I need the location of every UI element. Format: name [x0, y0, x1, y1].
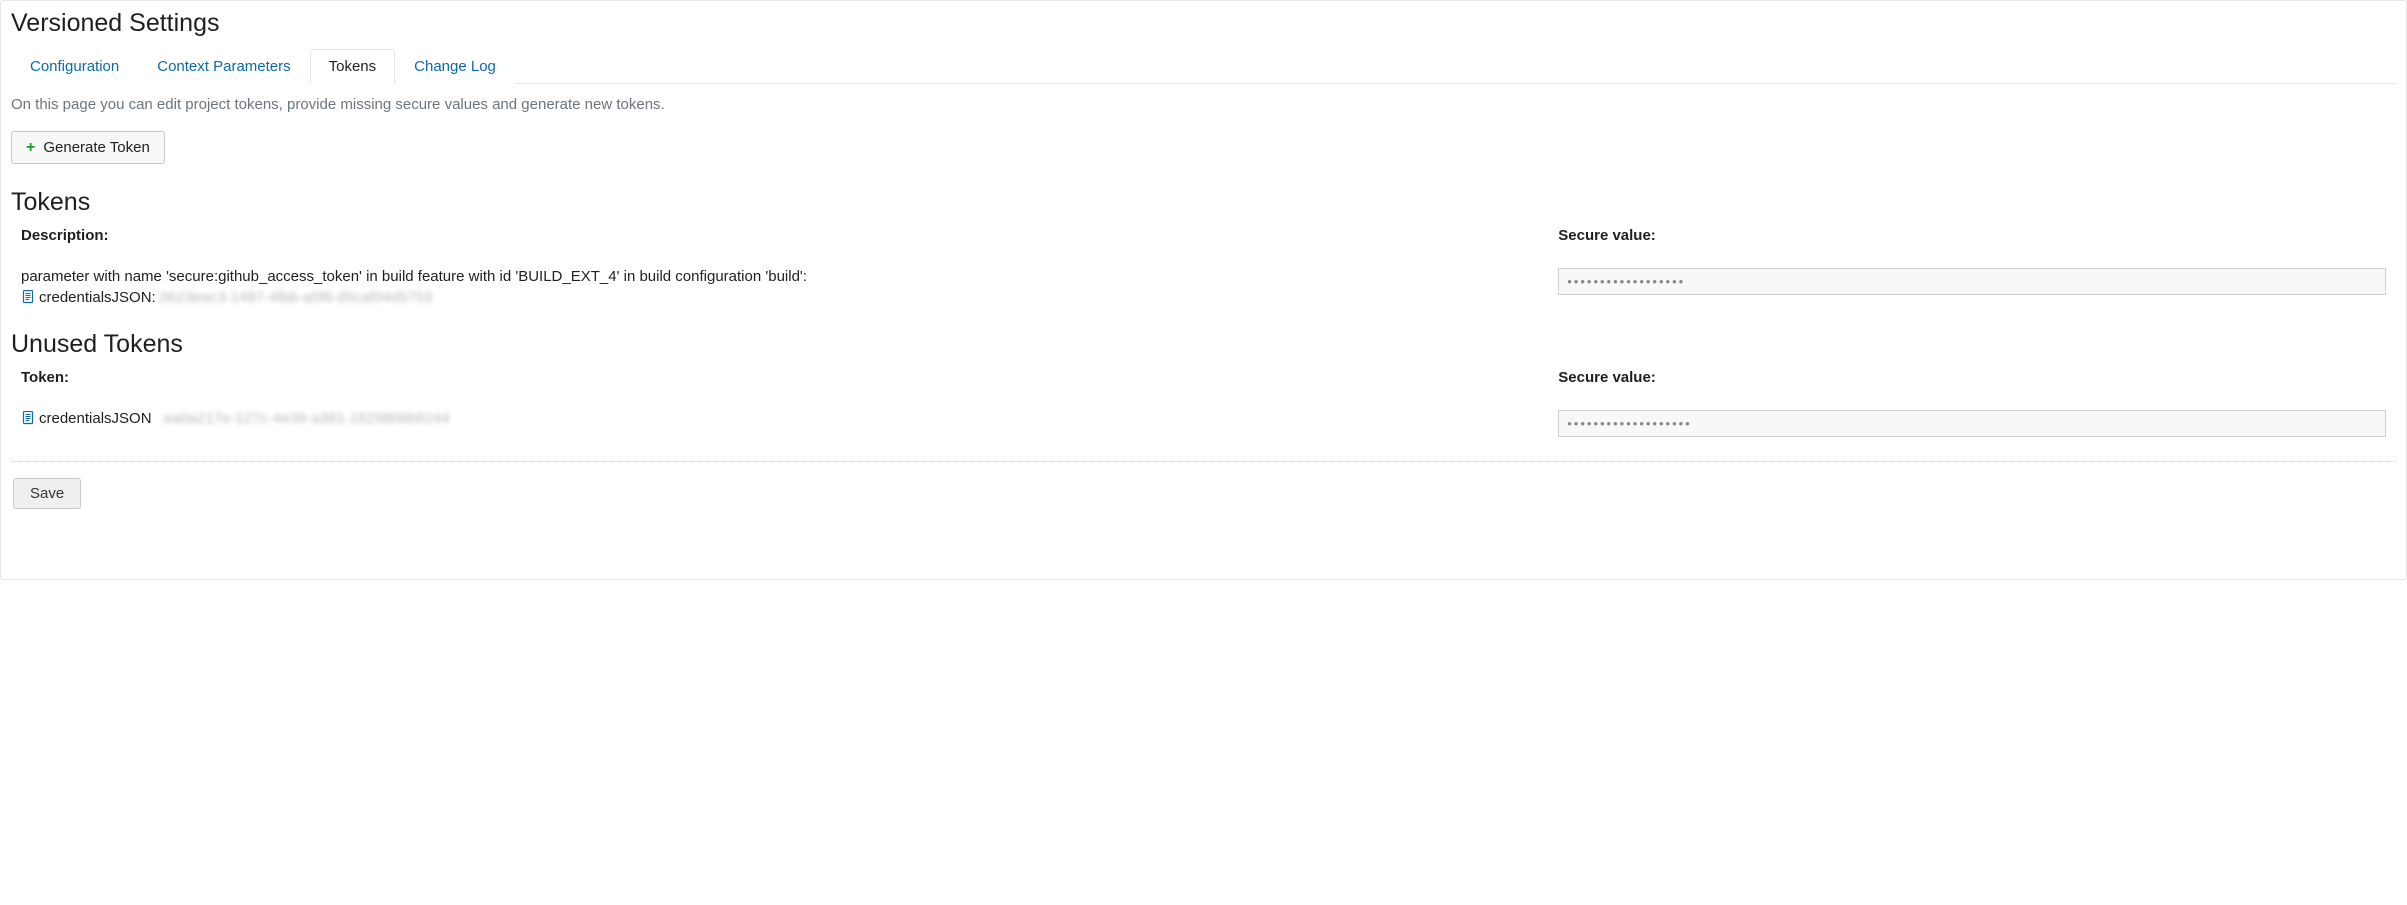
- unused-header-secure: Secure value:: [1558, 369, 2386, 386]
- generate-token-button[interactable]: + Generate Token: [11, 131, 165, 164]
- tab-tokens[interactable]: Tokens: [310, 49, 396, 84]
- unused-token-cred-label: credentialsJSON: [39, 410, 152, 427]
- divider: [11, 461, 2396, 462]
- tab-change-log[interactable]: Change Log: [395, 49, 515, 84]
- plus-icon: +: [26, 140, 35, 156]
- copy-icon[interactable]: [21, 411, 35, 427]
- page-title: Versioned Settings: [11, 9, 2396, 38]
- token-credential-row: credentialsJSON: 0623eac3-1487-4fbb-a5f6…: [21, 289, 1558, 306]
- tokens-header-description: Description:: [21, 227, 1558, 244]
- unused-token-row: credentialsJSON ea0a217e-127c-4e39-a381-…: [11, 410, 2396, 437]
- versioned-settings-panel: Versioned Settings Configuration Context…: [0, 0, 2407, 580]
- save-button[interactable]: Save: [13, 478, 81, 509]
- unused-tokens-section-title: Unused Tokens: [11, 330, 2396, 359]
- copy-icon[interactable]: [21, 290, 35, 306]
- tabs-bar: Configuration Context Parameters Tokens …: [11, 48, 2396, 84]
- token-description: parameter with name 'secure:github_acces…: [21, 268, 1558, 285]
- tab-context-parameters[interactable]: Context Parameters: [138, 49, 309, 84]
- unused-token-secure-value-input[interactable]: [1558, 410, 2386, 437]
- page-intro: On this page you can edit project tokens…: [11, 96, 2396, 113]
- tokens-section-title: Tokens: [11, 188, 2396, 217]
- tokens-headers: Description: Secure value:: [11, 227, 2396, 260]
- unused-token-cred-hash: ea0a217e-127c-4e39-a381-1629806b6244: [164, 410, 450, 427]
- token-cred-label: credentialsJSON:: [39, 289, 156, 306]
- unused-token-credential-row: credentialsJSON ea0a217e-127c-4e39-a381-…: [21, 410, 1558, 427]
- tokens-header-secure: Secure value:: [1558, 227, 2386, 244]
- unused-header-token: Token:: [21, 369, 1558, 386]
- unused-headers: Token: Secure value:: [11, 369, 2396, 402]
- tab-configuration[interactable]: Configuration: [11, 49, 138, 84]
- token-cred-hash: 0623eac3-1487-4fbb-a5f6-d5caf04d5753: [160, 289, 433, 306]
- token-secure-value-input[interactable]: [1558, 268, 2386, 295]
- token-row: parameter with name 'secure:github_acces…: [11, 268, 2396, 306]
- generate-token-label: Generate Token: [43, 139, 149, 156]
